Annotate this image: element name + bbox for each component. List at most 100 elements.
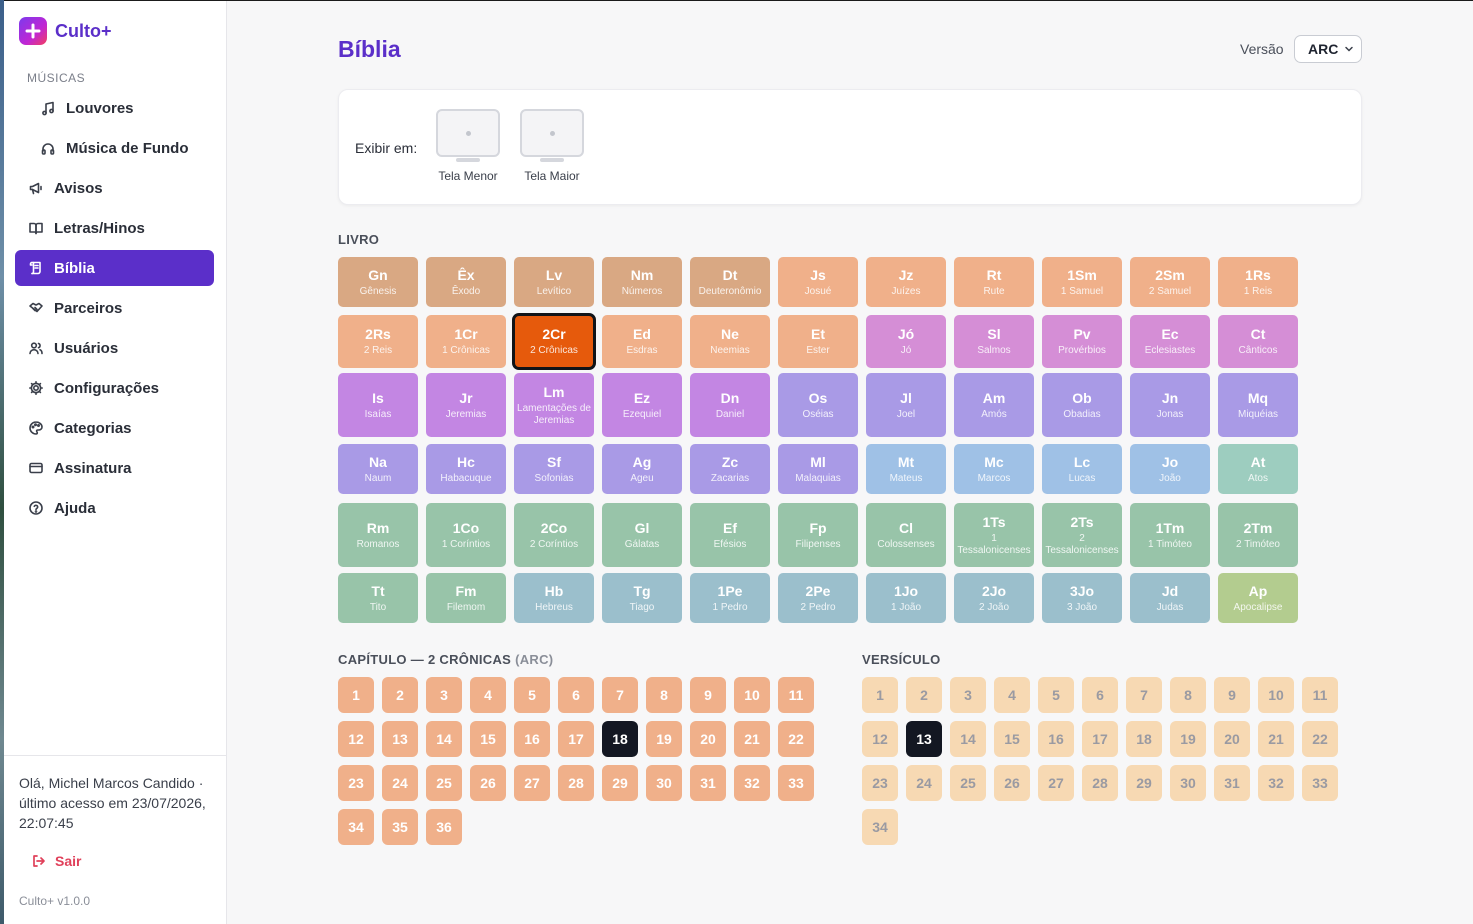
chapter-button[interactable]: 21 [734, 721, 770, 757]
chapter-button[interactable]: 23 [338, 765, 374, 801]
verse-button[interactable]: 19 [1170, 721, 1206, 757]
sidebar-item-categorias[interactable]: Categorias [15, 410, 214, 446]
book-button[interactable]: Pv Provérbios [1042, 315, 1122, 368]
screen-option-small[interactable]: Tela Menor [428, 109, 508, 183]
book-button[interactable]: Zc Zacarias [690, 444, 770, 494]
book-button[interactable]: Nm Números [602, 257, 682, 307]
sidebar-item-ajuda[interactable]: Ajuda [15, 490, 214, 526]
book-button[interactable]: Is Isaías [338, 373, 418, 437]
book-button[interactable]: 1Sm 1 Samuel [1042, 257, 1122, 307]
book-button[interactable]: 1Jo 1 João [866, 573, 946, 623]
verse-button[interactable]: 16 [1038, 721, 1074, 757]
book-button[interactable]: Ec Eclesiastes [1130, 315, 1210, 368]
book-button[interactable]: 3Jo 3 João [1042, 573, 1122, 623]
book-button[interactable]: Dn Daniel [690, 373, 770, 437]
book-button[interactable]: 2Cr 2 Crônicas [512, 313, 596, 370]
version-select[interactable]: ARC [1294, 35, 1362, 63]
book-button[interactable]: Ne Neemias [690, 315, 770, 368]
book-button[interactable]: 1Rs 1 Reis [1218, 257, 1298, 307]
book-button[interactable]: 2Sm 2 Samuel [1130, 257, 1210, 307]
book-button[interactable]: Ef Efésios [690, 503, 770, 567]
verse-button[interactable]: 4 [994, 677, 1030, 713]
verse-button[interactable]: 30 [1170, 765, 1206, 801]
book-button[interactable]: 1Pe 1 Pedro [690, 573, 770, 623]
screen-option-large[interactable]: Tela Maior [512, 109, 592, 183]
book-button[interactable]: Jó Jó [866, 315, 946, 368]
chapter-button[interactable]: 17 [558, 721, 594, 757]
verse-button[interactable]: 8 [1170, 677, 1206, 713]
chapter-button[interactable]: 14 [426, 721, 462, 757]
chapter-button[interactable]: 27 [514, 765, 550, 801]
verse-button[interactable]: 18 [1126, 721, 1162, 757]
book-button[interactable]: 1Ts 1 Tessalonicenses [954, 503, 1034, 567]
verse-button[interactable]: 28 [1082, 765, 1118, 801]
book-button[interactable]: Ct Cânticos [1218, 315, 1298, 368]
book-button[interactable]: Jz Juízes [866, 257, 946, 307]
chapter-button[interactable]: 2 [382, 677, 418, 713]
chapter-button[interactable]: 20 [690, 721, 726, 757]
verse-button[interactable]: 23 [862, 765, 898, 801]
book-button[interactable]: Tg Tiago [602, 573, 682, 623]
chapter-button[interactable]: 26 [470, 765, 506, 801]
book-button[interactable]: Jn Jonas [1130, 373, 1210, 437]
chapter-button[interactable]: 3 [426, 677, 462, 713]
verse-button[interactable]: 24 [906, 765, 942, 801]
book-button[interactable]: 2Ts 2 Tessalonicenses [1042, 503, 1122, 567]
book-button[interactable]: Ag Ageu [602, 444, 682, 494]
book-button[interactable]: Ed Esdras [602, 315, 682, 368]
chapter-button[interactable]: 30 [646, 765, 682, 801]
chapter-button[interactable]: 33 [778, 765, 814, 801]
sidebar-item-usuarios[interactable]: Usuários [15, 330, 214, 366]
chapter-button[interactable]: 4 [470, 677, 506, 713]
brand[interactable]: Culto+ [19, 17, 112, 45]
verse-button[interactable]: 32 [1258, 765, 1294, 801]
book-button[interactable]: 1Tm 1 Timóteo [1130, 503, 1210, 567]
chapter-button[interactable]: 9 [690, 677, 726, 713]
book-button[interactable]: Jo João [1130, 444, 1210, 494]
book-button[interactable]: 2Pe 2 Pedro [778, 573, 858, 623]
verse-button[interactable]: 22 [1302, 721, 1338, 757]
book-button[interactable]: Êx Êxodo [426, 257, 506, 307]
chapter-button[interactable]: 36 [426, 809, 462, 845]
chapter-button[interactable]: 32 [734, 765, 770, 801]
verse-button[interactable]: 27 [1038, 765, 1074, 801]
verse-button[interactable]: 12 [862, 721, 898, 757]
chapter-button[interactable]: 29 [602, 765, 638, 801]
book-button[interactable]: Jr Jeremias [426, 373, 506, 437]
verse-button[interactable]: 31 [1214, 765, 1250, 801]
sidebar-item-biblia[interactable]: Bíblia [15, 250, 214, 286]
verse-button[interactable]: 9 [1214, 677, 1250, 713]
book-button[interactable]: Mt Mateus [866, 444, 946, 494]
verse-button[interactable]: 11 [1302, 677, 1338, 713]
chapter-button[interactable]: 35 [382, 809, 418, 845]
book-button[interactable]: 2Rs 2 Reis [338, 315, 418, 368]
verse-button[interactable]: 6 [1082, 677, 1118, 713]
chapter-button[interactable]: 7 [602, 677, 638, 713]
book-button[interactable]: Et Ester [778, 315, 858, 368]
verse-button[interactable]: 29 [1126, 765, 1162, 801]
book-button[interactable]: Ob Obadias [1042, 373, 1122, 437]
chapter-button[interactable]: 12 [338, 721, 374, 757]
book-button[interactable]: 1Co 1 Coríntios [426, 503, 506, 567]
verse-button[interactable]: 10 [1258, 677, 1294, 713]
logout-button[interactable]: Sair [31, 853, 81, 869]
book-button[interactable]: Na Naum [338, 444, 418, 494]
chapter-button[interactable]: 28 [558, 765, 594, 801]
book-button[interactable]: Jl Joel [866, 373, 946, 437]
book-button[interactable]: Ez Ezequiel [602, 373, 682, 437]
verse-button[interactable]: 7 [1126, 677, 1162, 713]
chapter-button[interactable]: 8 [646, 677, 682, 713]
book-button[interactable]: Sf Sofonias [514, 444, 594, 494]
book-button[interactable]: Fp Filipenses [778, 503, 858, 567]
book-button[interactable]: At Atos [1218, 444, 1298, 494]
book-button[interactable]: 2Jo 2 João [954, 573, 1034, 623]
verse-button[interactable]: 25 [950, 765, 986, 801]
book-button[interactable]: Mq Miquéias [1218, 373, 1298, 437]
chapter-button[interactable]: 19 [646, 721, 682, 757]
book-button[interactable]: Ml Malaquias [778, 444, 858, 494]
verse-button[interactable]: 15 [994, 721, 1030, 757]
book-button[interactable]: 2Tm 2 Timóteo [1218, 503, 1298, 567]
chapter-button[interactable]: 1 [338, 677, 374, 713]
verse-button[interactable]: 21 [1258, 721, 1294, 757]
book-button[interactable]: Sl Salmos [954, 315, 1034, 368]
